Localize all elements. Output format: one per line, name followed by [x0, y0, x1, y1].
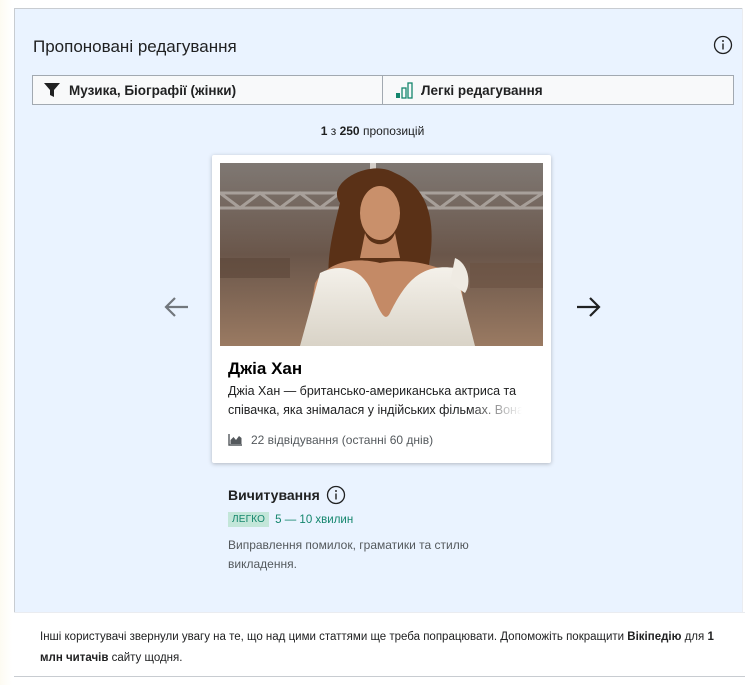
footer-part3: сайту щодня. — [108, 652, 183, 664]
counter-separator: з — [327, 124, 340, 138]
suggestion-counter: 1 з 250 пропозицій — [0, 124, 745, 138]
task-description: Виправлення помилок, граматики та стилю … — [228, 538, 469, 571]
time-estimate: 5 — 10 хвилин — [275, 513, 354, 526]
filters-bar: Музика, Біографії (жінки) Легкі редагува… — [32, 75, 734, 105]
arrow-right-icon — [575, 296, 601, 323]
extract-fade — [468, 401, 528, 420]
article-image — [220, 163, 543, 346]
footer-bottom-border — [14, 676, 745, 677]
panel-right-border — [742, 8, 743, 676]
article-pageviews: 22 відвідування (останні 60 днів) — [228, 433, 433, 447]
arrow-left-icon — [164, 296, 190, 323]
pageviews-label: 22 відвідування (останні 60 днів) — [251, 433, 434, 447]
chart-icon — [228, 434, 243, 446]
page-title: Пропоновані редагування — [33, 37, 237, 56]
filter-icon — [43, 82, 61, 98]
difficulty-filter-button[interactable]: Легкі редагування — [383, 76, 733, 104]
task-type-title: Вичитування — [228, 487, 320, 503]
task-meta: ЛЕГКО 5 — 10 хвилин — [228, 512, 353, 527]
previous-card-button[interactable] — [162, 294, 192, 324]
article-title: Джіа Хан — [228, 359, 303, 378]
article-extract: Джіа Хан — британсько-американська актри… — [228, 382, 528, 420]
footer-part2: для — [681, 631, 708, 643]
footer-notice: Інші користувачі звернули увагу на те, щ… — [14, 612, 745, 677]
counter-suffix: пропозицій — [359, 124, 425, 138]
footer-part1: Інші користувачі звернули увагу на те, щ… — [40, 631, 628, 643]
topics-filter-button[interactable]: Музика, Біографії (жінки) — [33, 76, 383, 104]
difficulty-bars-icon — [395, 81, 413, 99]
footer-text: Інші користувачі звернули увагу на те, щ… — [40, 627, 720, 669]
footer-bold1: Вікіпедію — [627, 631, 682, 643]
task-type-header: Вичитування — [228, 485, 346, 505]
difficulty-filter-label: Легкі редагування — [421, 82, 543, 98]
info-icon[interactable] — [713, 35, 733, 55]
difficulty-badge: ЛЕГКО — [228, 512, 270, 527]
article-card[interactable]: Джіа Хан Джіа Хан — британсько-американс… — [212, 155, 551, 463]
topics-filter-label: Музика, Біографії (жінки) — [69, 82, 237, 98]
next-card-button[interactable] — [573, 294, 603, 324]
task-info-icon[interactable] — [326, 485, 346, 505]
page-background — [0, 0, 12, 685]
counter-total: 250 — [339, 124, 360, 138]
